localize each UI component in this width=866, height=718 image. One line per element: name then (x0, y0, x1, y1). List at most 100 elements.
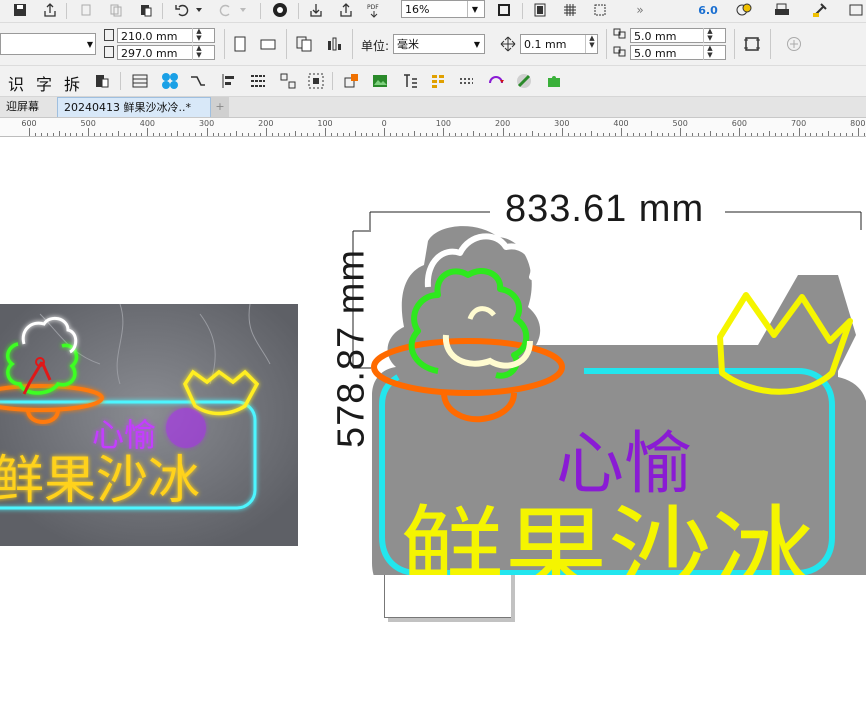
grid-icon[interactable] (560, 0, 580, 20)
undo-icon[interactable] (172, 0, 192, 20)
select-frame-icon[interactable] (306, 71, 326, 91)
page-view-icon[interactable] (530, 0, 550, 20)
ecut-version: 6.0 (698, 3, 718, 17)
ruler-tick (354, 131, 356, 136)
puzzle-icon[interactable] (544, 71, 564, 91)
cut-icon[interactable] (76, 0, 96, 20)
tab-welcome[interactable]: 迎屏幕 (0, 97, 45, 117)
ruler-tick (680, 128, 682, 136)
ruler-tick (798, 128, 800, 136)
full-screen-icon[interactable] (494, 0, 514, 20)
save-icon[interactable] (10, 0, 30, 20)
ruler-tick (863, 133, 865, 136)
ruler-tick-label: 400 (139, 119, 156, 128)
all-pages-icon[interactable] (294, 34, 314, 54)
table-icon[interactable] (130, 71, 150, 91)
neon-design[interactable]: 心愉 鲜果沙冰 (368, 225, 866, 575)
current-page-icon[interactable] (324, 34, 344, 54)
shapes-blue-icon[interactable] (160, 71, 180, 91)
duplicate-y-spinner[interactable]: ▲ ▼ (703, 45, 716, 60)
duplicate-x-spinner[interactable]: ▲ ▼ (703, 28, 716, 43)
ruler-tick (526, 133, 528, 136)
path-icon[interactable] (188, 71, 208, 91)
design-subtitle[interactable]: 心愉 (556, 425, 692, 504)
ruler-tick (111, 133, 113, 136)
more-toolbar-icon[interactable]: » (630, 0, 650, 20)
page-frame-icon[interactable] (742, 34, 762, 54)
drawing-canvas[interactable]: 心愉 鲜果沙冰 833.61 mm 578.87 mm 心愉 鲜果沙冰 (0, 137, 866, 718)
ruler-tick (810, 133, 812, 136)
horizontal-ruler[interactable]: 600 500 400 300 200 100 0 100 200 300 400 500 600 700… (0, 118, 866, 137)
char-button[interactable]: 字 (36, 71, 52, 95)
ruler-tick (567, 133, 569, 136)
portrait-icon[interactable] (230, 34, 250, 54)
distribute-icon[interactable] (248, 71, 268, 91)
clipboard-icon[interactable] (92, 71, 112, 91)
import-icon[interactable] (306, 0, 326, 20)
page-width-spinner[interactable]: ▲ ▼ (192, 28, 205, 43)
ruler-tick (70, 133, 72, 136)
ruler-tick (715, 133, 717, 136)
reverse-path-icon[interactable] (486, 71, 506, 91)
ruler-tick (372, 133, 374, 136)
export-icon[interactable] (40, 0, 60, 20)
group-icon[interactable] (278, 71, 298, 91)
ruler-tick (502, 128, 504, 136)
ruler-tick (248, 133, 250, 136)
design-title[interactable]: 鲜果沙冰 (400, 494, 816, 575)
ruler-tick (828, 131, 830, 136)
ruler-tick (242, 133, 244, 136)
nudge-spinner[interactable]: ▲ ▼ (585, 35, 598, 53)
paste-icon[interactable] (136, 0, 156, 20)
color-box-icon[interactable] (342, 71, 362, 91)
pdf-icon[interactable]: PDF (364, 0, 384, 20)
print-icon[interactable] (772, 0, 792, 20)
ruler-tick (100, 133, 102, 136)
ruler-tick (419, 133, 421, 136)
ruler-tick (188, 133, 190, 136)
ruler-tick (313, 133, 315, 136)
page-size-select[interactable]: ▼ (0, 33, 96, 55)
corel-launch-icon[interactable] (270, 0, 290, 20)
ruler-tick (40, 133, 42, 136)
recognize-text-button[interactable]: 识 (8, 71, 24, 95)
image-icon[interactable] (370, 71, 390, 91)
align-icon[interactable] (218, 71, 238, 91)
reference-photo[interactable]: 心愉 鲜果沙冰 (0, 304, 298, 546)
page-height-spinner[interactable]: ▲ ▼ (192, 45, 205, 60)
ruler-tick (165, 133, 167, 136)
redo-icon[interactable] (216, 0, 236, 20)
tab-add-button[interactable]: + (211, 97, 229, 117)
copy-icon[interactable] (106, 0, 126, 20)
ruler-tick (650, 131, 652, 136)
redo-dropdown-icon[interactable] (237, 0, 249, 20)
ruler-tick (615, 133, 617, 136)
columns-icon[interactable] (428, 71, 448, 91)
export-file-icon[interactable] (336, 0, 356, 20)
tools-icon[interactable] (810, 0, 830, 20)
dots-grid-icon[interactable] (456, 71, 476, 91)
ruler-tick (840, 133, 842, 136)
text-align-icon[interactable] (400, 71, 420, 91)
ruler-tick (686, 133, 688, 136)
plugin-icon[interactable] (734, 0, 754, 20)
split-button[interactable]: 拆 (64, 71, 80, 95)
ruler-tick (709, 131, 711, 136)
undo-dropdown-icon[interactable] (193, 0, 205, 20)
ruler-tick (182, 133, 184, 136)
zoom-level-select[interactable]: 16% ▼ (401, 0, 485, 18)
ruler-tick (413, 131, 415, 136)
ecut-badge[interactable]: 6.0 (696, 0, 720, 20)
landscape-icon[interactable] (258, 34, 278, 54)
ruler-tick (780, 133, 782, 136)
tab-document[interactable]: 20240413 鲜果沙冰冷..* (57, 97, 211, 117)
brush-icon[interactable] (514, 71, 534, 91)
ruler-tick (390, 133, 392, 136)
ruler-tick-label: 300 (198, 119, 215, 128)
ruler-tick (579, 133, 581, 136)
units-select[interactable]: 毫米 ▼ (393, 34, 485, 54)
add-circle-icon[interactable] (784, 34, 804, 54)
snap-guides-icon[interactable] (590, 0, 610, 20)
ruler-tick (283, 133, 285, 136)
window-icon[interactable] (846, 0, 866, 20)
